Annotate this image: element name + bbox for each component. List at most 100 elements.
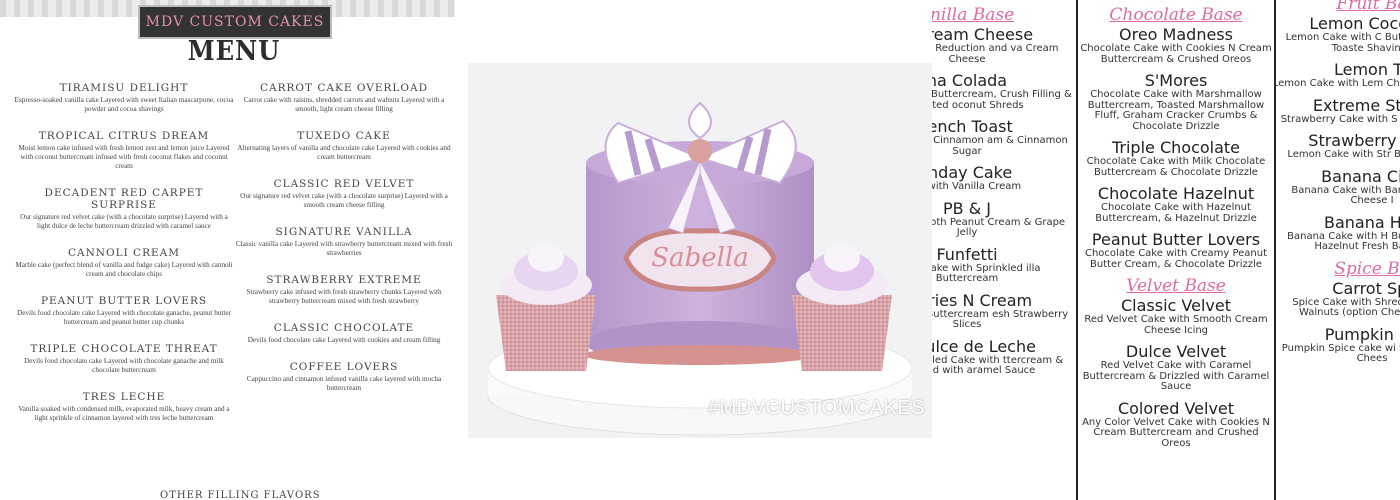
menu-item-name: CANNOLI CREAM	[68, 247, 180, 259]
menu-item-description: Classic vanilla cake Layered with strawb…	[235, 240, 453, 257]
flavor-name: thday Cake	[932, 163, 1013, 182]
flavor-name: na Colada	[932, 71, 1008, 90]
flavor-description: Lemon Cake with Lem Cheese & Lemon	[1274, 78, 1400, 89]
cupcake-left	[496, 244, 596, 371]
flavor-base-heading: Spice Ba	[1334, 258, 1400, 279]
flavor-name: Strawberry Lem	[1308, 131, 1400, 150]
flavor-name: Banana Cinn	[1321, 166, 1400, 186]
flavor-item: Colored Velvet Any Color Velvet Cake with…	[1080, 399, 1272, 450]
cake-menu-panel: MDV CUSTOM CAKES MENU TIRAMISU DELIGHT Es…	[0, 0, 468, 500]
flavor-description: with Vanilla Buttercream esh Strawberry …	[932, 308, 1069, 330]
flavor-name: Lemon Ta	[1333, 60, 1400, 79]
flavor-item: Oreo Madness Chocolate Cake with Cookies …	[1080, 25, 1272, 65]
flavor-description: Red Velvet Cake with Caramel Buttercream…	[1082, 360, 1270, 392]
flavor-description: with Guava Reduction and va Cream Cheese	[932, 43, 1059, 65]
menu-item-name: SIGNATURE VANILLA	[275, 226, 413, 238]
menu-item-description: Espresso-soaked vanilla cake Layered wit…	[14, 96, 234, 113]
menu-item-description: Alternating layers of vanilla and chocol…	[237, 144, 451, 161]
flavor-item: Pumpkin SpPumpkin Spice cake wi Spice Cr…	[1274, 325, 1400, 365]
flavor-description: Chocolate Cake with Creamy Peanut Butter…	[1084, 248, 1268, 270]
flavor-name: Pumpkin Sp	[1324, 324, 1400, 344]
menu-item: TIRAMISU DELIGHT Espresso-soaked vanilla …	[14, 82, 234, 114]
flavor-name: Peanut Butter Lovers	[1091, 230, 1261, 249]
flavor-description: ke with Vanilla Cream	[932, 181, 1022, 192]
flavor-name: Colored Velvet	[1117, 398, 1235, 418]
menu-item-description: Marble cake (perfect blend of vanilla an…	[15, 261, 233, 278]
flavor-base-heading: anilla Base	[932, 5, 1015, 25]
brand-label: MDV CUSTOM CAKES	[138, 5, 332, 39]
flavor-description: with Coconut Buttercream, Crush Filling …	[932, 89, 1072, 111]
flavor-item: Strawberry LemLemon Cake with Str Butter…	[1274, 131, 1400, 161]
flavor-description: Chocolate Cake with Milk Chocolate Butte…	[1086, 156, 1266, 178]
menu-item-name: STRAWBERRY EXTREME	[266, 274, 422, 286]
flavor-column-chocolate: Chocolate Base Oreo Madness Chocolate Cake…	[1076, 0, 1276, 500]
flavor-description: Any Color Velvet Cake with Cookies N Cre…	[1082, 416, 1270, 449]
menu-item-description: Vanilla soaked with condensed milk, evap…	[18, 405, 230, 422]
menu-item-description: Our signature red velvet cake (with a ch…	[240, 192, 448, 209]
plaque-name: Sabella	[651, 243, 748, 273]
menu-item-name: TRES LECHE	[82, 391, 166, 403]
flavor-name: e Dulce de Leche	[932, 336, 1036, 356]
flavor-name: Funfetti	[936, 244, 998, 264]
flavor-description: Lemon Cake with C Buttercream & Toaste S…	[1285, 32, 1400, 54]
menu-item: SIGNATURE VANILLA Classic vanilla cake La…	[234, 226, 454, 258]
menu-item-name: TRIPLE CHOCOLATE THREAT	[30, 343, 218, 355]
flavor-name: rench Toast	[932, 117, 1013, 136]
flavor-item: Lemon CoconutLemon Cake with C Buttercre…	[1274, 14, 1400, 54]
menu-item-name: COFFEE LOVERS	[289, 361, 399, 373]
flavor-item: thday Cakeke with Vanilla Cream	[932, 163, 1072, 193]
menu-item-description: Carrot cake with raisins, shredded carro…	[243, 96, 445, 113]
flavor-name: Lemon Coconut	[1309, 14, 1400, 33]
menu-item-description: Strawberry cake infused with fresh straw…	[246, 288, 442, 305]
flavor-item: Funfettianilla Cake with Sprinkled illa …	[932, 245, 1072, 285]
name-plaque: Sabella	[623, 228, 777, 292]
flavor-description: ke with Smooth Peanut Cream & Grape Jell…	[932, 216, 1066, 238]
flavor-name: Oreo Madness	[1119, 25, 1233, 44]
flavor-item: Chocolate Hazelnut Chocolate Cake with Ha…	[1080, 184, 1272, 224]
flavor-item: Classic Velvet Red Velvet Cake with Smoot…	[1080, 296, 1272, 336]
flavor-description: Banana Cake with H Buttercream, Hazelnut…	[1287, 230, 1400, 252]
flavor-description: anilla Cake with Sprinkled illa Buttercr…	[932, 262, 1041, 284]
flavor-description: Lemon Cake with Str Buttercream	[1287, 149, 1400, 160]
flavor-name: PB & J	[943, 198, 991, 218]
menu-item: STRAWBERRY EXTREME Strawberry cake infuse…	[234, 274, 454, 306]
flavor-description: Chocolate Cake with Marshmallow Buttercr…	[1087, 89, 1265, 132]
flavor-item: S'Mores Chocolate Cake with Marshmallow B…	[1080, 71, 1272, 132]
flavor-name: berries N Cream	[932, 290, 1033, 310]
flavor-base-heading: Velvet Base	[1126, 276, 1226, 296]
flavor-item: Extreme StrawStrawberry Cake with S Butt…	[1274, 96, 1400, 126]
flavor-item: e Dulce de Lecheocolate Swirled Cake wit…	[932, 337, 1072, 377]
flavor-column-vanilla: anilla Basen Cream Cheesewith Guava Redu…	[932, 0, 1076, 500]
menu-title: MENU	[187, 36, 281, 67]
flavor-menu-panel: anilla Basen Cream Cheesewith Guava Redu…	[932, 0, 1400, 500]
flavor-item: PB & Jke with Smooth Peanut Cream & Grap…	[932, 199, 1072, 239]
menu-item: TUXEDO CAKE Alternating layers of vanilla…	[234, 130, 454, 162]
menu-item: TRIPLE CHOCOLATE THREAT Devils food choco…	[14, 343, 234, 375]
flavor-item: Peanut Butter Lovers Chocolate Cake with …	[1080, 230, 1272, 270]
menu-item-name: CARROT CAKE OVERLOAD	[260, 82, 428, 94]
menu-item: CLASSIC CHOCOLATE Devils food chocolate c…	[234, 322, 454, 345]
menu-item-description: Our signature red velvet cake (with a ch…	[20, 213, 228, 230]
flavor-description: Spice Cake with Shredd Raisins, Walnuts …	[1292, 296, 1400, 318]
flavor-name: Extreme Straw	[1312, 95, 1400, 115]
flavor-name: Triple Chocolate	[1111, 138, 1241, 157]
menu-item-name: CLASSIC RED VELVET	[273, 178, 415, 190]
flavor-item: Dulce Velvet Red Velvet Cake with Caramel…	[1080, 342, 1272, 393]
menu-item-name: TUXEDO CAKE	[297, 130, 391, 142]
menu-item-name: CLASSIC CHOCOLATE	[273, 322, 415, 334]
menu-item: CANNOLI CREAM Marble cake (perfect blend …	[14, 247, 234, 279]
flavor-description: Pumpkin Spice cake wi Spice Cream Chees	[1281, 342, 1400, 364]
flavor-item: na Coladawith Coconut Buttercream, Crush…	[932, 71, 1072, 111]
menu-item: TRES LECHE Vanilla soaked with condensed …	[14, 391, 234, 423]
pearl-border	[584, 345, 816, 365]
flavor-item: Banana HazBanana Cake with H Buttercream…	[1274, 213, 1400, 253]
flavor-description: ocolate Swirled Cake with ttercream & Dr…	[932, 354, 1064, 376]
menu-item-name: DECADENT RED CARPET SURPRISE	[44, 187, 204, 211]
flavor-name: S'Mores	[1144, 71, 1208, 90]
menu-item: CARROT CAKE OVERLOAD Carrot cake with rai…	[234, 82, 454, 114]
flavor-column-fruit: Fruit BaLemon CoconutLemon Cake with C B…	[1274, 0, 1400, 500]
flavor-name: Carrot Spi	[1332, 278, 1400, 298]
flavor-description: e with Maple Cinnamon am & Cinnamon Suga…	[932, 135, 1068, 157]
cake-illustration: Sabella	[487, 101, 913, 436]
flavor-description: Chocolate Cake with Cookies N Cream Butt…	[1080, 43, 1272, 65]
